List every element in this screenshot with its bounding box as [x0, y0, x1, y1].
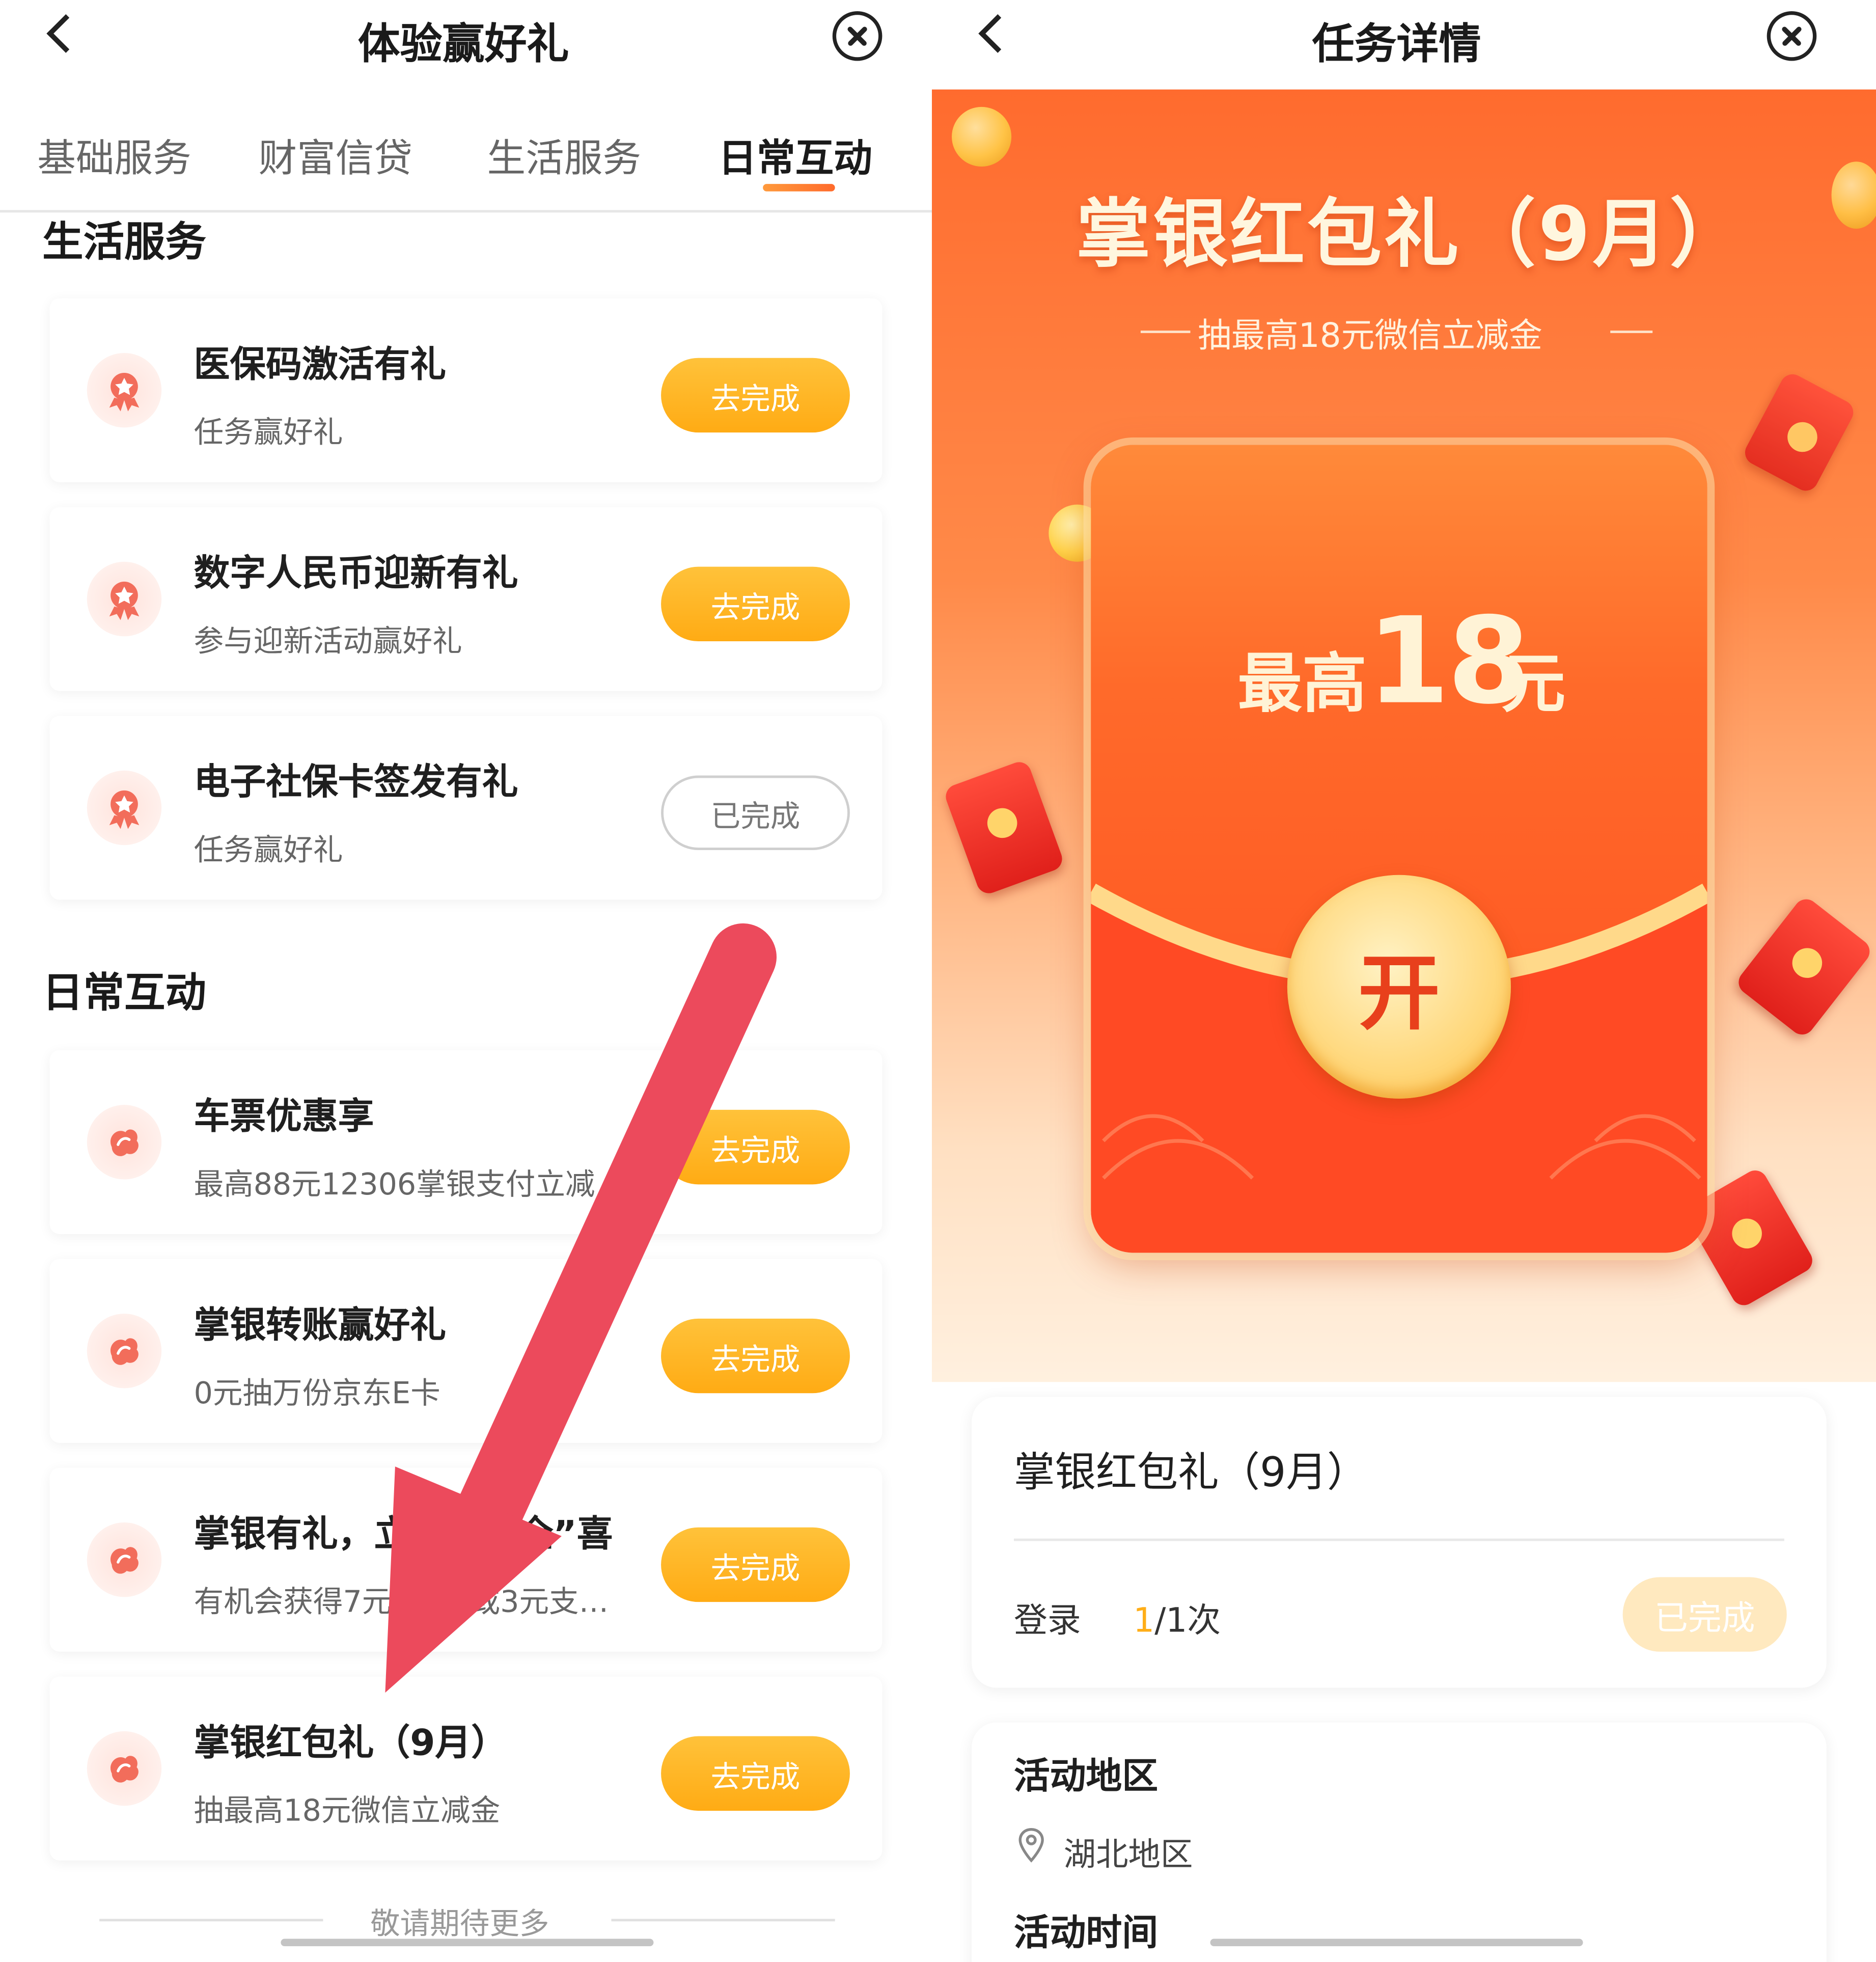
- tab-life-services[interactable]: 生活服务: [487, 127, 641, 183]
- task-subtitle: 最高88元12306掌银支付立减: [194, 1167, 595, 1202]
- task-card: 掌银转账赢好礼 0元抽万份京东E卡 去完成: [49, 1259, 882, 1443]
- home-indicator: [1210, 1939, 1583, 1947]
- home-indicator: [281, 1939, 654, 1947]
- task-subtitle: 任务赢好礼: [194, 415, 343, 450]
- progress-current: 1: [1133, 1602, 1155, 1641]
- go-complete-button[interactable]: 去完成: [661, 1318, 850, 1394]
- tab-daily-interaction[interactable]: 日常互动: [718, 127, 872, 183]
- red-packet-banner: 掌银红包礼（9月） 抽最高18元微信立减金 最高 18 元 开: [932, 89, 1876, 1382]
- go-complete-button[interactable]: 去完成: [661, 1527, 850, 1602]
- go-complete-button[interactable]: 去完成: [661, 1736, 850, 1811]
- close-circle-icon[interactable]: [1767, 11, 1817, 61]
- back-chevron-icon[interactable]: [46, 14, 86, 53]
- task-subtitle: 有机会获得7元、5元或3元支…: [194, 1585, 609, 1620]
- task-card: 数字人民币迎新有礼 参与迎新活动赢好礼 去完成: [49, 507, 882, 691]
- task-subtitle: 0元抽万份京东E卡: [194, 1376, 440, 1411]
- coupon-icon: [87, 1105, 162, 1180]
- envelope-flap: [1091, 883, 1707, 1253]
- red-packet-envelope[interactable]: 最高 18 元 开: [1091, 445, 1707, 1253]
- mini-red-packet-icon: [1741, 370, 1858, 495]
- detail-divider: [1014, 1538, 1784, 1541]
- coupon-icon: [87, 1522, 162, 1597]
- time-title: 活动时间: [1014, 1911, 1158, 1954]
- task-card-red-packet: 掌银红包礼（9月） 抽最高18元微信立减金 去完成: [49, 1676, 882, 1861]
- task-title: 电子社保卡签发有礼: [194, 760, 518, 803]
- footer-hint: 敬请期待更多: [370, 1906, 549, 1942]
- open-label: 开: [1358, 945, 1440, 1042]
- banner-title: 掌银红包礼（9月）: [1076, 191, 1747, 279]
- activity-info-card: 活动地区 湖北地区 活动时间: [972, 1722, 1827, 1962]
- task-detail-title: 掌银红包礼（9月）: [1014, 1448, 1368, 1496]
- task-title: 掌银有礼，立“享”“全”喜: [194, 1512, 613, 1555]
- banner-sub-dash-right: [1610, 331, 1653, 333]
- task-subtitle: 任务赢好礼: [194, 832, 343, 868]
- task-subtitle: 抽最高18元微信立减金: [194, 1793, 501, 1829]
- go-complete-button[interactable]: 去完成: [661, 566, 850, 642]
- task-title: 数字人民币迎新有礼: [194, 552, 518, 594]
- active-tab-indicator: [763, 184, 835, 192]
- tab-basic-services[interactable]: 基础服务: [37, 127, 191, 183]
- region-title: 活动地区: [1014, 1755, 1158, 1797]
- open-red-packet-button[interactable]: 开: [1287, 875, 1511, 1099]
- task-subtitle: 参与迎新活动赢好礼: [194, 623, 462, 659]
- task-label: 登录: [1014, 1602, 1081, 1641]
- task-card: 车票优惠享 最高88元12306掌银支付立减 去完成: [49, 1050, 882, 1234]
- task-card: 医保码激活有礼 任务赢好礼 去完成: [49, 298, 882, 482]
- task-detail-card: 掌银红包礼（9月） 登录 1/1次 已完成: [972, 1397, 1827, 1688]
- page-title: 体验赢好礼: [357, 20, 569, 70]
- coupon-icon: [87, 1314, 162, 1388]
- section-title-life: 生活服务: [42, 217, 207, 266]
- completed-status-button: 已完成: [1622, 1577, 1787, 1652]
- completed-button[interactable]: 已完成: [661, 775, 850, 850]
- medal-badge-icon: [87, 561, 162, 637]
- region-value: 湖北地区: [1063, 1837, 1193, 1874]
- gold-coin-icon: [952, 106, 1012, 167]
- location-pin-icon: [1018, 1828, 1044, 1863]
- task-title: 掌银转账赢好礼: [194, 1303, 446, 1346]
- banner-sub-dash-left: [1140, 331, 1191, 333]
- banner-subtitle: 抽最高18元微信立减金: [1198, 317, 1542, 356]
- go-complete-button[interactable]: 去完成: [661, 1109, 850, 1185]
- medal-badge-icon: [87, 352, 162, 428]
- mini-red-packet-icon: [1733, 894, 1875, 1040]
- left-screen: 体验赢好礼 基础服务 财富信贷 生活服务 日常互动 生活服务 医保码激活有礼 任…: [0, 0, 932, 1962]
- task-card: 电子社保卡签发有礼 任务赢好礼 已完成: [49, 716, 882, 900]
- back-chevron-icon[interactable]: [978, 14, 1017, 53]
- progress-total: /1次: [1154, 1602, 1221, 1641]
- section-title-daily: 日常互动: [42, 968, 207, 1017]
- amount-prefix: 最高: [1237, 647, 1367, 722]
- footer-divider-right: [611, 1919, 835, 1922]
- coupon-icon: [87, 1731, 162, 1806]
- gold-coin-icon: [1831, 161, 1876, 229]
- mini-red-packet-icon: [942, 758, 1066, 897]
- right-screen: 任务详情 掌银红包礼（9月） 抽最高18元微信立减金 最高 18 元 开 掌银红…: [932, 0, 1876, 1962]
- task-progress: 1/1次: [1133, 1593, 1221, 1642]
- page-title: 任务详情: [1312, 20, 1481, 70]
- go-complete-button[interactable]: 去完成: [661, 358, 850, 433]
- tab-wealth-credit[interactable]: 财富信贷: [259, 127, 413, 183]
- task-title: 医保码激活有礼: [194, 343, 446, 386]
- task-title: 车票优惠享: [194, 1095, 374, 1137]
- task-title: 掌银红包礼（9月）: [194, 1721, 507, 1764]
- footer-divider-left: [99, 1919, 323, 1922]
- task-card: 掌银有礼，立“享”“全”喜 有机会获得7元、5元或3元支… 去完成: [49, 1467, 882, 1652]
- medal-badge-icon: [87, 770, 162, 846]
- amount-unit: 元: [1501, 647, 1566, 722]
- close-circle-icon[interactable]: [832, 11, 882, 61]
